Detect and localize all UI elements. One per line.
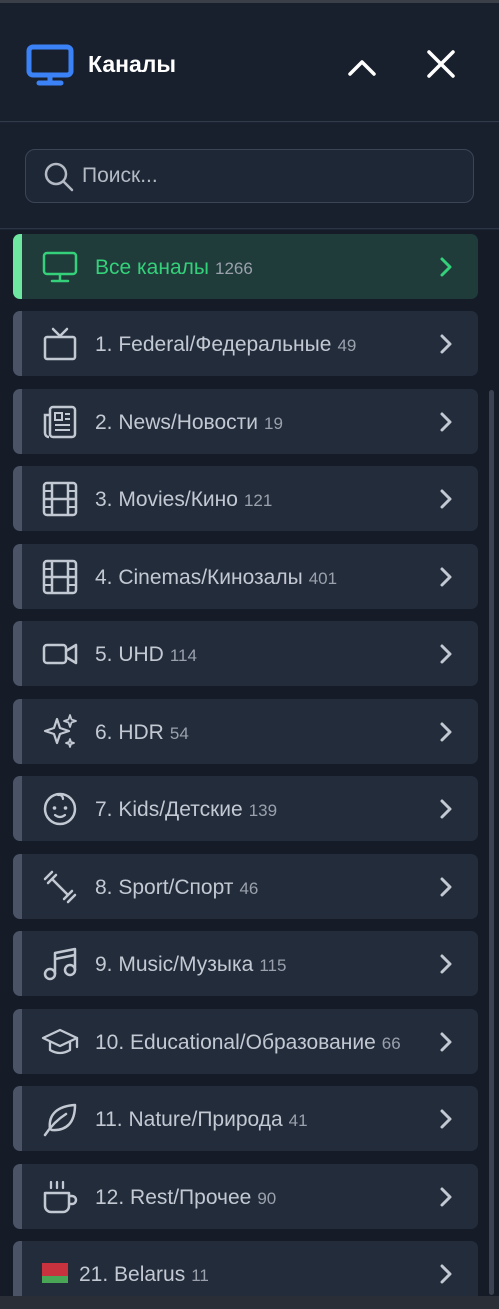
belarus-flag-icon: [42, 1263, 68, 1283]
category-item-federal[interactable]: 1. Federal/Федеральные 49: [13, 311, 478, 376]
category-label: 7. Kids/Детские 139: [95, 798, 278, 821]
graduation-cap-icon: [41, 1028, 79, 1055]
category-label: 21. Belarus 11: [79, 1263, 209, 1286]
tv-monitor-icon: [26, 44, 74, 86]
chevron-up-icon[interactable]: [342, 47, 382, 87]
music-note-icon: [43, 947, 77, 981]
chevron-right-icon: [440, 489, 452, 509]
coffee-cup-icon: [43, 1180, 78, 1214]
category-item-nature[interactable]: 11. Nature/Природа 41: [13, 1086, 478, 1151]
panel-header: Каналы: [0, 3, 499, 122]
baby-face-icon: [43, 792, 77, 826]
search-input[interactable]: [82, 160, 462, 192]
category-item-rest[interactable]: 12. Rest/Прочее 90: [13, 1164, 478, 1229]
tv-antenna-icon: [43, 327, 77, 361]
chevron-right-icon: [440, 644, 452, 664]
category-label: 6. HDR 54: [95, 721, 189, 744]
chevron-right-icon: [440, 412, 452, 432]
category-count: 114: [169, 646, 197, 665]
category-label: 3. Movies/Кино 121: [95, 488, 273, 511]
category-label: 4. Cinemas/Кинозалы 401: [95, 566, 338, 589]
chevron-right-icon: [440, 1032, 452, 1052]
category-count: 49: [337, 336, 357, 355]
video-camera-icon: [42, 643, 78, 665]
category-item-cinemas[interactable]: 4. Cinemas/Кинозалы 401: [13, 544, 478, 609]
dumbbell-icon: [43, 870, 77, 904]
category-label: 5. UHD 114: [95, 643, 197, 666]
film-icon: [42, 559, 78, 595]
film-icon: [42, 481, 78, 517]
chevron-right-icon: [440, 1187, 452, 1207]
chevron-right-icon: [440, 1264, 452, 1284]
category-label: 12. Rest/Прочее 90: [95, 1186, 277, 1209]
chevron-right-icon: [440, 877, 452, 897]
category-count: 139: [248, 801, 278, 820]
category-list: Все каналы 1266 1. Federal/Федеральные 49 …: [0, 230, 499, 1309]
category-label: 9. Music/Музыка 115: [95, 953, 287, 976]
category-label: 11. Nature/Природа 41: [95, 1108, 308, 1131]
category-count: 1266: [214, 259, 253, 278]
category-count: 401: [308, 569, 338, 588]
close-icon[interactable]: [420, 43, 462, 85]
category-count: 11: [191, 1266, 209, 1285]
page-title: Каналы: [88, 51, 177, 77]
category-item-sport[interactable]: 8. Sport/Спорт 46: [13, 854, 478, 919]
category-label: 1. Federal/Федеральные 49: [95, 333, 357, 356]
chevron-right-icon: [440, 334, 452, 354]
category-item-all[interactable]: Все каналы 1266: [13, 234, 478, 299]
chevron-right-icon: [440, 257, 452, 277]
category-item-hdr[interactable]: 6. HDR 54: [13, 699, 478, 764]
category-count: 41: [288, 1111, 308, 1130]
category-item-kids[interactable]: 7. Kids/Детские 139: [13, 776, 478, 841]
newspaper-icon: [43, 405, 77, 439]
chevron-right-icon: [440, 954, 452, 974]
sparkles-icon: [43, 714, 77, 748]
category-label: 2. News/Новости 19: [95, 411, 283, 434]
search-icon: [44, 162, 74, 192]
chevron-right-icon: [440, 1109, 452, 1129]
search-box[interactable]: [25, 149, 474, 203]
leaf-icon: [43, 1103, 77, 1137]
chevron-right-icon: [440, 799, 452, 819]
category-count: 19: [264, 414, 283, 433]
category-count: 90: [257, 1189, 277, 1208]
category-label: 8. Sport/Спорт 46: [95, 876, 259, 899]
category-count: 121: [243, 491, 273, 510]
category-item-uhd[interactable]: 5. UHD 114: [13, 621, 478, 686]
chevron-right-icon: [440, 722, 452, 742]
category-item-movies[interactable]: 3. Movies/Кино 121: [13, 466, 478, 531]
category-label: Все каналы 1266: [95, 256, 253, 279]
search-area: [0, 123, 499, 229]
category-count: 115: [259, 956, 287, 975]
category-item-music[interactable]: 9. Music/Музыка 115: [13, 931, 478, 996]
category-item-news[interactable]: 2. News/Новости 19: [13, 389, 478, 454]
tv-monitor-icon: [42, 251, 78, 283]
category-label: 10. Educational/Образование 66: [95, 1031, 401, 1054]
category-count: 54: [169, 724, 189, 743]
category-count: 46: [239, 879, 259, 898]
bottom-bar: [0, 1296, 499, 1309]
category-item-educational[interactable]: 10. Educational/Образование 66: [13, 1009, 478, 1074]
category-count: 66: [381, 1034, 401, 1053]
chevron-right-icon: [440, 567, 452, 587]
scrollbar[interactable]: [489, 390, 494, 1295]
